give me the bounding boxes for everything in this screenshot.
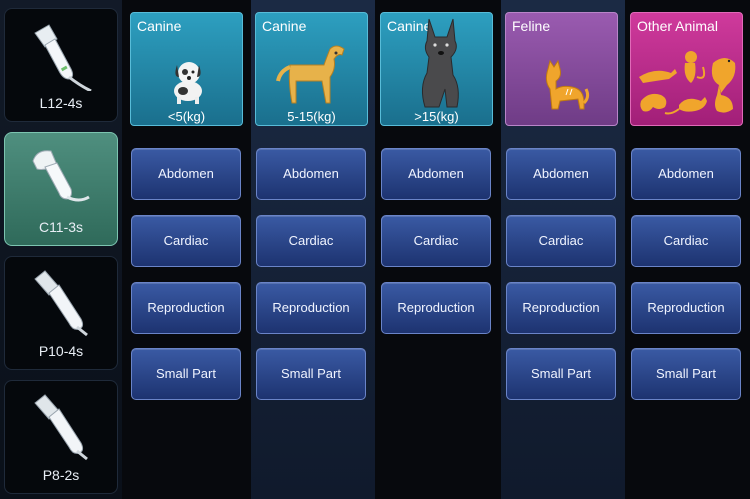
preset-small-part-button[interactable]: Small Part — [131, 348, 241, 400]
column-feline: Feline Abdomen Cardiac Reproduction Smal… — [501, 0, 625, 499]
probe-label: C11-3s — [38, 219, 84, 235]
preset-small-part-button[interactable]: Small Part — [256, 348, 366, 400]
preset-reproduction-button[interactable]: Reproduction — [256, 282, 366, 334]
column-canine-medium: Canine 5-15(kg) Abdomen Cardiac Reproduc… — [251, 0, 375, 499]
preset-small-part-button[interactable]: Small Part — [506, 348, 616, 400]
column-other-animal: Other Animal Abdomen Cardiac Reproductio… — [626, 0, 750, 499]
probe-panel: L12-4s C11-3s P10-4s P8-2s — [0, 0, 122, 499]
preset-cardiac-button[interactable]: Cardiac — [381, 215, 491, 267]
header-title: Other Animal — [637, 18, 718, 34]
preset-abdomen-button[interactable]: Abdomen — [381, 148, 491, 200]
header-title: Feline — [512, 18, 551, 34]
probe-c11-3s[interactable]: C11-3s — [4, 132, 118, 246]
header-other-animal[interactable]: Other Animal — [630, 12, 743, 126]
linear-probe-icon — [34, 24, 92, 91]
large-dog-icon — [421, 18, 459, 108]
small-dog-icon — [174, 62, 202, 104]
header-title: Canine — [137, 18, 182, 34]
header-canine-large[interactable]: Canine >15(kg) — [380, 12, 493, 126]
preset-abdomen-button[interactable]: Abdomen — [256, 148, 366, 200]
preset-reproduction-button[interactable]: Reproduction — [506, 282, 616, 334]
header-canine-medium[interactable]: Canine 5-15(kg) — [255, 12, 368, 126]
preset-cardiac-button[interactable]: Cardiac — [256, 215, 366, 267]
header-weight: <5(kg) — [167, 109, 206, 124]
header-weight: 5-15(kg) — [287, 109, 336, 124]
preset-cardiac-button[interactable]: Cardiac — [506, 215, 616, 267]
cat-icon — [545, 59, 590, 110]
probe-l12-4s[interactable]: L12-4s — [4, 8, 118, 122]
probe-label: P10-4s — [38, 343, 84, 359]
header-title: Canine — [262, 18, 307, 34]
exam-preset-grid: Canine <5(kg) Abdomen Cardiac Reproducti… — [122, 0, 750, 499]
convex-probe-icon — [32, 150, 90, 202]
preset-reproduction-button[interactable]: Reproduction — [131, 282, 241, 334]
column-canine-large: Canine >15(kg) Abdomen Cardiac Reproduct… — [376, 0, 500, 499]
preset-abdomen-button[interactable]: Abdomen — [506, 148, 616, 200]
preset-small-part-button[interactable]: Small Part — [631, 348, 741, 400]
probe-p10-4s[interactable]: P10-4s — [4, 256, 118, 370]
phased-probe-icon — [34, 394, 88, 461]
header-weight: >15(kg) — [414, 109, 459, 124]
column-canine-small: Canine <5(kg) Abdomen Cardiac Reproducti… — [124, 0, 250, 499]
probe-label: L12-4s — [39, 95, 83, 111]
probe-label: P8-2s — [42, 467, 80, 483]
probe-p8-2s[interactable]: P8-2s — [4, 380, 118, 494]
medium-dog-icon — [276, 45, 345, 104]
header-feline[interactable]: Feline — [505, 12, 618, 126]
preset-reproduction-button[interactable]: Reproduction — [381, 282, 491, 334]
preset-cardiac-button[interactable]: Cardiac — [131, 215, 241, 267]
preset-abdomen-button[interactable]: Abdomen — [631, 148, 741, 200]
preset-reproduction-button[interactable]: Reproduction — [631, 282, 741, 334]
header-canine-small[interactable]: Canine <5(kg) — [130, 12, 243, 126]
preset-abdomen-button[interactable]: Abdomen — [131, 148, 241, 200]
phased-probe-icon — [34, 270, 88, 337]
preset-cardiac-button[interactable]: Cardiac — [631, 215, 741, 267]
other-animals-icon — [639, 51, 736, 115]
